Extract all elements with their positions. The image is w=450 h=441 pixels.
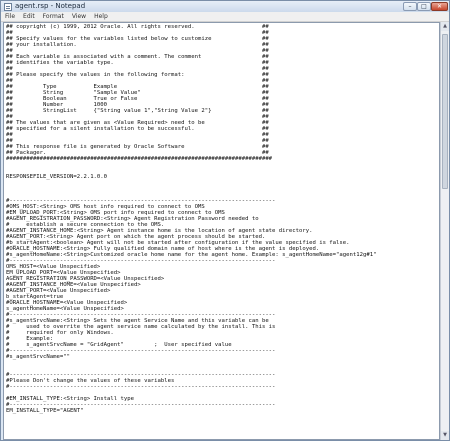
menu-help[interactable]: Help (90, 12, 112, 21)
notepad-icon (4, 2, 12, 11)
minimize-button[interactable]: – (403, 2, 417, 11)
menu-view[interactable]: View (68, 12, 90, 21)
text-line: RESPONSEFILE_VERSION=2.2.1.0.0 (6, 174, 108, 180)
vertical-scrollbar[interactable]: ▲ ▼ (440, 22, 449, 440)
text-line: EM_INSTALL_TYPE="AGENT" (6, 408, 84, 414)
maximize-button[interactable]: □ (417, 2, 431, 11)
menu-edit[interactable]: Edit (19, 12, 39, 21)
menu-bar: File Edit Format View Help (1, 12, 449, 22)
title-bar[interactable]: agent.rsp - Notepad – □ ✕ (1, 1, 449, 12)
text-editor[interactable]: ## copyright (c) 1999, 2012 Oracle. All … (3, 22, 440, 440)
menu-file[interactable]: File (1, 12, 19, 21)
text-line: ########################################… (6, 156, 273, 162)
close-button[interactable]: ✕ (431, 2, 448, 11)
text-line: #s_agentSrvcName="" (6, 354, 70, 360)
notepad-window: agent.rsp - Notepad – □ ✕ File Edit Form… (0, 0, 450, 441)
scroll-down-arrow-icon[interactable]: ▼ (441, 431, 449, 440)
scrollbar-thumb[interactable] (442, 34, 448, 189)
text-line: #---------------------------------------… (6, 384, 276, 390)
menu-format[interactable]: Format (39, 12, 68, 21)
window-title: agent.rsp - Notepad (15, 2, 86, 10)
scroll-up-arrow-icon[interactable]: ▲ (441, 22, 449, 31)
